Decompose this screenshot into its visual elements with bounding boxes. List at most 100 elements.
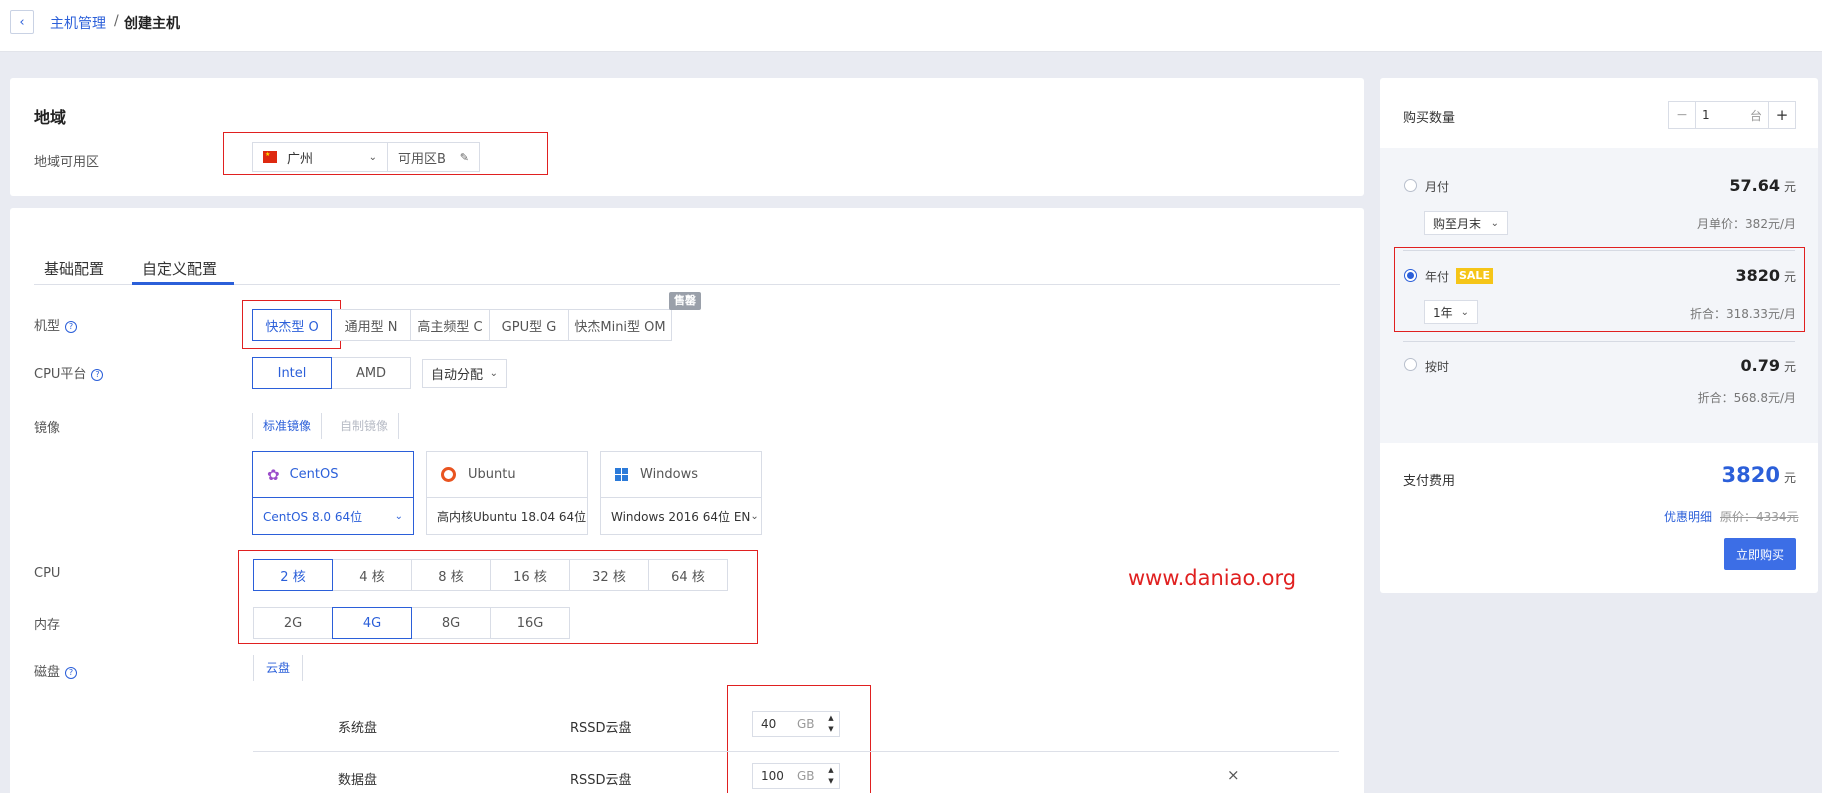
stepper-icon[interactable]: ▲ ▼ — [823, 765, 839, 787]
cpu-option-2[interactable]: 2 核 — [253, 559, 333, 591]
quantity-minus-button[interactable]: − — [1668, 101, 1696, 129]
back-button[interactable]: ‹ — [10, 10, 34, 34]
cpu-platform-intel[interactable]: Intel — [252, 357, 332, 389]
billing-hourly-price: 0.79 元 — [1740, 356, 1797, 375]
cpu-option-8[interactable]: 8 核 — [411, 559, 491, 591]
hourly-equivalent-price: 折合：568.8元/月 — [1697, 391, 1796, 405]
chevron-down-icon: ⌄ — [750, 511, 759, 522]
machine-type-om[interactable]: 快杰Mini型 OM — [568, 309, 672, 341]
help-icon[interactable]: ? — [91, 369, 104, 381]
memory-label: 内存 — [34, 618, 61, 633]
tab-basic[interactable]: 基础配置 — [44, 258, 104, 279]
sale-badge: SALE — [1456, 268, 1493, 284]
billing-radio-hourly[interactable] — [1404, 358, 1417, 371]
disk-tab-cloud[interactable]: 云盘 — [253, 655, 304, 681]
cpu-platform-label: CPU平台? — [34, 363, 104, 382]
billing-monthly-label: 月付 — [1425, 180, 1450, 194]
cpu-label: CPU — [34, 566, 61, 581]
disk-row-name: 系统盘 — [338, 721, 378, 736]
china-flag-icon: ★ — [263, 151, 277, 163]
os-card-centos[interactable]: ✿ CentOS CentOS 8.0 64位 ⌄ — [252, 451, 414, 535]
hourly-row-divider — [1403, 341, 1795, 342]
image-label: 镜像 — [34, 421, 61, 436]
total-price: 3820 元 — [1721, 463, 1796, 487]
os-version-select[interactable]: 高内核Ubuntu 18.04 64位 — [427, 498, 587, 535]
quantity-input[interactable]: 1 台 — [1696, 101, 1768, 129]
data-disk-size-input[interactable]: 100 GB ▲ ▼ — [752, 763, 840, 789]
machine-type-o[interactable]: 快杰型 O — [252, 309, 332, 341]
breadcrumb-separator: / — [114, 13, 119, 29]
yearly-duration-select[interactable]: 1年 ⌄ — [1424, 300, 1478, 324]
memory-option-16g[interactable]: 16G — [490, 607, 570, 639]
city-select[interactable]: ★ 广州 ⌄ — [252, 142, 388, 172]
billing-radio-monthly[interactable] — [1404, 179, 1417, 192]
machine-type-g[interactable]: GPU型 G — [489, 309, 569, 341]
stepper-icon[interactable]: ▲ ▼ — [823, 713, 839, 735]
ubuntu-icon — [441, 467, 456, 482]
os-card-ubuntu[interactable]: Ubuntu 高内核Ubuntu 18.04 64位 — [426, 451, 588, 535]
os-name: CentOS — [289, 467, 339, 482]
original-price: 原价：4334元 — [1720, 510, 1799, 524]
image-tab-custom[interactable]: 自制镜像 — [330, 413, 400, 439]
memory-option-2g[interactable]: 2G — [253, 607, 333, 639]
quantity-plus-button[interactable]: + — [1768, 101, 1796, 129]
cpu-core-group: 2 核 4 核 8 核 16 核 32 核 64 核 — [253, 559, 728, 591]
chevron-down-icon: ⌄ — [368, 151, 377, 163]
cpu-option-4[interactable]: 4 核 — [332, 559, 412, 591]
tab-custom[interactable]: 自定义配置 — [142, 258, 217, 279]
city-value: 广州 — [287, 151, 314, 167]
zone-value: 可用区B — [398, 151, 446, 167]
billing-yearly-price: 3820 元 — [1735, 266, 1796, 285]
quantity-label: 购买数量 — [1403, 111, 1456, 126]
machine-type-group: 快杰型 O 通用型 N 高主频型 C GPU型 G 快杰Mini型 OM — [252, 309, 672, 341]
close-icon[interactable]: × — [1227, 766, 1240, 784]
help-icon[interactable]: ? — [65, 667, 78, 679]
zone-label: 地域可用区 — [34, 155, 100, 170]
windows-icon — [615, 468, 628, 481]
disk-row-name: 数据盘 — [338, 773, 378, 788]
tab-active-indicator — [132, 282, 234, 285]
chevron-down-icon: ⌄ — [1490, 217, 1499, 229]
chevron-left-icon: ‹ — [19, 14, 25, 30]
cpu-allocation-select[interactable]: 自动分配 ⌄ — [422, 359, 507, 388]
billing-yearly-label: 年付 — [1425, 270, 1450, 284]
cpu-option-64[interactable]: 64 核 — [648, 559, 728, 591]
os-name: Windows — [640, 467, 699, 482]
soldout-badge: 售罄 — [669, 292, 701, 310]
monthly-duration-select[interactable]: 购至月末 ⌄ — [1424, 211, 1508, 235]
discount-detail-link[interactable]: 优惠明细 — [1664, 508, 1712, 525]
cpu-allocation-value: 自动分配 — [431, 368, 484, 383]
total-label: 支付费用 — [1403, 474, 1456, 489]
cpu-platform-group: Intel AMD — [252, 357, 411, 389]
os-version-select[interactable]: CentOS 8.0 64位 ⌄ — [253, 498, 413, 535]
machine-type-n[interactable]: 通用型 N — [331, 309, 411, 341]
image-tab-standard[interactable]: 标准镜像 — [252, 413, 323, 439]
billing-hourly-label: 按时 — [1425, 360, 1450, 374]
machine-type-c[interactable]: 高主频型 C — [410, 309, 490, 341]
centos-icon: ✿ — [267, 465, 280, 484]
monthly-unit-price: 月单价：382元/月 — [1697, 217, 1796, 231]
help-icon[interactable]: ? — [65, 321, 78, 333]
watermark-text: www.daniao.org — [1128, 566, 1297, 590]
top-bar — [0, 0, 1822, 52]
yearly-equivalent-price: 折合：318.33元/月 — [1689, 307, 1796, 321]
cpu-option-32[interactable]: 32 核 — [569, 559, 649, 591]
cpu-platform-amd[interactable]: AMD — [331, 357, 411, 389]
os-card-windows[interactable]: Windows Windows 2016 64位 EN ⌄ — [600, 451, 762, 535]
page-title: 创建主机 — [124, 16, 180, 32]
chevron-down-icon: ⌄ — [1460, 306, 1469, 318]
billing-monthly-price: 57.64 元 — [1729, 176, 1796, 195]
breadcrumb-parent-link[interactable]: 主机管理 — [50, 13, 106, 33]
memory-option-4g[interactable]: 4G — [332, 607, 412, 639]
disk-row-divider — [253, 751, 1339, 752]
disk-label: 磁盘? — [34, 661, 78, 680]
billing-radio-yearly[interactable] — [1404, 269, 1417, 282]
buy-now-button[interactable]: 立即购买 — [1724, 538, 1796, 570]
system-disk-size-input[interactable]: 40 GB ▲ ▼ — [752, 711, 840, 737]
os-name: Ubuntu — [468, 467, 516, 482]
cpu-option-16[interactable]: 16 核 — [490, 559, 570, 591]
memory-option-8g[interactable]: 8G — [411, 607, 491, 639]
zone-select[interactable]: 可用区B ✎ — [388, 142, 480, 172]
os-version-select[interactable]: Windows 2016 64位 EN ⌄ — [601, 498, 761, 535]
quantity-stepper: − 1 台 + — [1668, 101, 1796, 129]
